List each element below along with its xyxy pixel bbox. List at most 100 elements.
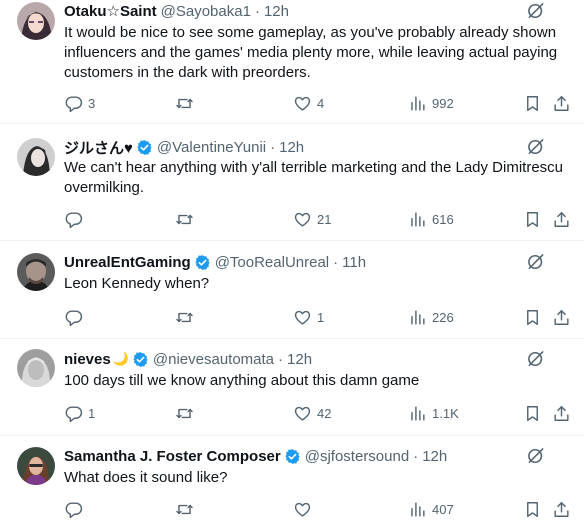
views-icon bbox=[408, 404, 427, 423]
like-count: 1 bbox=[317, 309, 325, 325]
like-button[interactable]: 21 bbox=[293, 209, 331, 229]
share-button[interactable] bbox=[552, 403, 571, 423]
retweet-button[interactable] bbox=[175, 499, 199, 519]
view-count: 616 bbox=[432, 211, 454, 227]
bookmark-button[interactable] bbox=[523, 307, 542, 327]
like-icon bbox=[293, 308, 312, 327]
like-button[interactable]: 4 bbox=[293, 93, 324, 113]
tweet-text: Leon Kennedy when? bbox=[64, 275, 210, 292]
avatar[interactable] bbox=[17, 138, 55, 176]
user-handle[interactable]: @sjfostersound bbox=[305, 448, 409, 465]
like-icon bbox=[293, 210, 312, 229]
timestamp[interactable]: 12h bbox=[264, 3, 289, 20]
reply-icon bbox=[64, 500, 83, 519]
reply-button[interactable]: 1 bbox=[64, 403, 95, 423]
tweet-text: We can't hear anything with y'all terrib… bbox=[64, 159, 564, 196]
avatar[interactable] bbox=[17, 447, 55, 485]
reply-icon bbox=[64, 308, 83, 327]
bookmark-button[interactable] bbox=[523, 93, 542, 113]
tweet-text: It would be nice to see some gameplay, a… bbox=[64, 24, 558, 81]
tweet-header: nieves 🌙 @nievesautomata · 12h bbox=[64, 348, 534, 370]
display-name[interactable]: nieves bbox=[64, 351, 111, 368]
like-count: 42 bbox=[317, 405, 332, 421]
display-name[interactable]: ジルさん♥ bbox=[64, 137, 133, 158]
view-count: 1.1K bbox=[432, 405, 459, 421]
timestamp[interactable]: 11h bbox=[342, 254, 366, 271]
bookmark-button[interactable] bbox=[523, 403, 542, 423]
action-bar: 1 42 1.1K bbox=[64, 403, 572, 423]
display-name[interactable]: Samantha J. Foster Composer bbox=[64, 448, 281, 465]
like-count: 21 bbox=[317, 211, 332, 227]
like-icon bbox=[293, 500, 312, 519]
timestamp[interactable]: 12h bbox=[422, 448, 447, 465]
views-button[interactable]: 1.1K bbox=[408, 403, 459, 423]
views-icon bbox=[408, 94, 427, 113]
share-button[interactable] bbox=[552, 209, 571, 229]
views-icon bbox=[408, 500, 427, 519]
user-handle[interactable]: @nievesautomata bbox=[153, 351, 274, 368]
verified-badge-icon bbox=[284, 448, 301, 465]
bookmark-icon bbox=[523, 210, 542, 229]
display-name[interactable]: Otaku☆Saint bbox=[64, 2, 157, 20]
tweet[interactable]: Otaku☆Saint @Sayobaka1 · 12h It would be… bbox=[0, 0, 584, 124]
action-bar: 21 616 bbox=[64, 209, 572, 229]
bookmark-button[interactable] bbox=[523, 499, 542, 519]
bookmark-button[interactable] bbox=[523, 209, 542, 229]
timestamp[interactable]: 12h bbox=[287, 351, 312, 368]
reply-button[interactable] bbox=[64, 499, 88, 519]
display-name[interactable]: UnrealEntGaming bbox=[64, 254, 191, 271]
avatar[interactable] bbox=[17, 2, 55, 40]
avatar[interactable] bbox=[17, 349, 55, 387]
reply-count: 1 bbox=[88, 405, 96, 421]
timestamp[interactable]: 12h bbox=[279, 139, 304, 156]
action-bar: 407 bbox=[64, 499, 572, 519]
retweet-button[interactable] bbox=[175, 307, 199, 327]
tweet-text: 100 days till we know anything about thi… bbox=[64, 372, 420, 389]
bookmark-icon bbox=[523, 94, 542, 113]
user-handle[interactable]: @TooRealUnreal bbox=[215, 254, 329, 271]
views-button[interactable]: 616 bbox=[408, 209, 454, 229]
retweet-button[interactable] bbox=[175, 93, 199, 113]
reply-count: 3 bbox=[88, 95, 96, 111]
views-button[interactable]: 992 bbox=[408, 93, 454, 113]
like-button[interactable] bbox=[293, 499, 317, 519]
share-button[interactable] bbox=[552, 499, 571, 519]
retweet-button[interactable] bbox=[175, 403, 199, 423]
grok-icon[interactable] bbox=[526, 1, 546, 21]
action-bar: 1 226 bbox=[64, 307, 572, 327]
view-count: 992 bbox=[432, 95, 454, 111]
bookmark-icon bbox=[523, 308, 542, 327]
separator-dot: · bbox=[254, 2, 260, 20]
user-handle[interactable]: @Sayobaka1 bbox=[161, 3, 251, 20]
tweet[interactable]: UnrealEntGaming @TooRealUnreal · 11h Leo… bbox=[0, 241, 584, 339]
views-button[interactable]: 226 bbox=[408, 307, 454, 327]
reply-button[interactable]: 3 bbox=[64, 93, 95, 113]
grok-icon[interactable] bbox=[526, 137, 546, 157]
grok-icon[interactable] bbox=[526, 349, 546, 369]
like-icon bbox=[293, 94, 312, 113]
views-icon bbox=[408, 308, 427, 327]
grok-icon[interactable] bbox=[526, 252, 546, 272]
grok-icon[interactable] bbox=[526, 446, 546, 466]
tweet-header: UnrealEntGaming @TooRealUnreal · 11h bbox=[64, 251, 534, 273]
avatar[interactable] bbox=[17, 253, 55, 291]
verified-badge-icon bbox=[136, 139, 153, 156]
share-icon bbox=[552, 210, 571, 229]
moon-emoji-icon: 🌙 bbox=[112, 351, 129, 366]
tweet[interactable]: nieves 🌙 @nievesautomata · 12h 100 days … bbox=[0, 339, 584, 436]
share-button[interactable] bbox=[552, 93, 571, 113]
reply-icon bbox=[64, 210, 83, 229]
tweet[interactable]: ジルさん♥ @ValentineYunii · 12h We can't hea… bbox=[0, 124, 584, 241]
reply-button[interactable] bbox=[64, 209, 88, 229]
reply-button[interactable] bbox=[64, 307, 88, 327]
like-button[interactable]: 1 bbox=[293, 307, 324, 327]
tweet[interactable]: Samantha J. Foster Composer @sjfostersou… bbox=[0, 436, 584, 524]
views-button[interactable]: 407 bbox=[408, 499, 454, 519]
like-button[interactable]: 42 bbox=[293, 403, 331, 423]
retweet-button[interactable] bbox=[175, 209, 199, 229]
user-handle[interactable]: @ValentineYunii bbox=[157, 139, 266, 156]
separator-dot: · bbox=[270, 138, 276, 156]
retweet-icon bbox=[175, 308, 194, 327]
tweet-header: Samantha J. Foster Composer @sjfostersou… bbox=[64, 445, 534, 467]
share-button[interactable] bbox=[552, 307, 571, 327]
